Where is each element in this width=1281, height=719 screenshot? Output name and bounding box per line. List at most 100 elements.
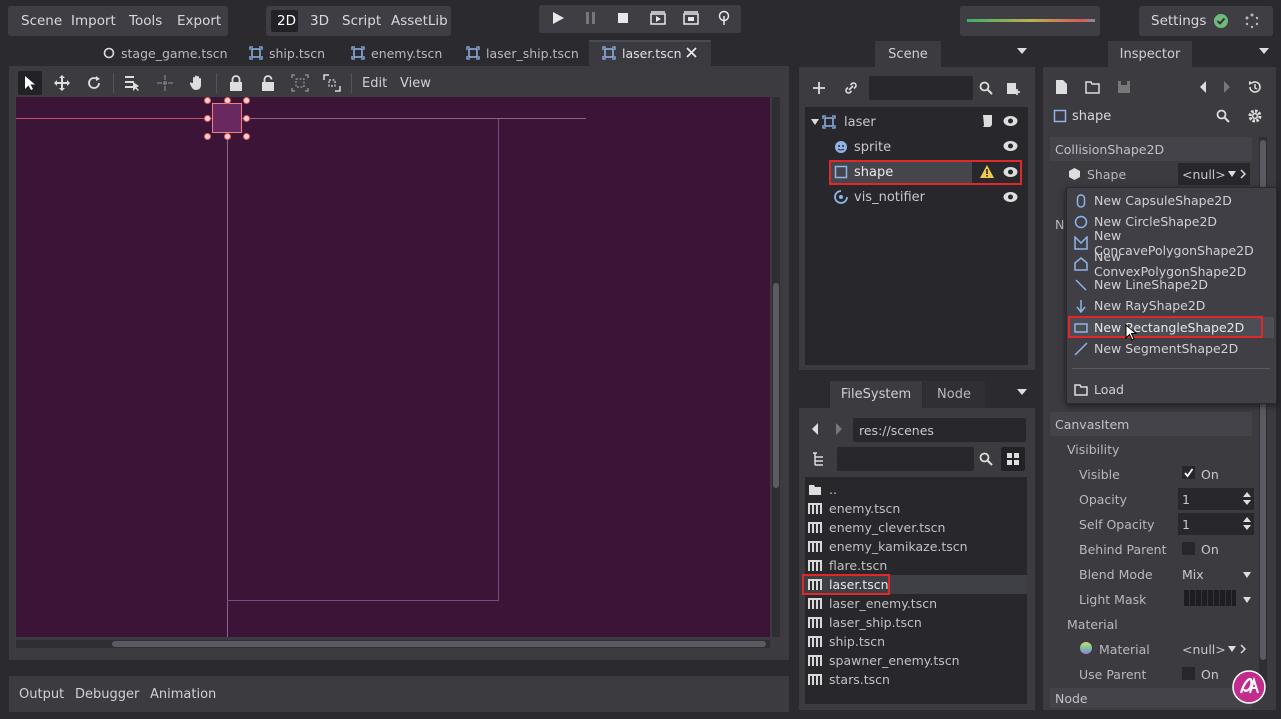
file-item[interactable]: laser_enemy.tscn [808,594,937,612]
menu-scene[interactable]: Scene [21,13,62,29]
menu-item-capsule[interactable]: New CapsuleShape2D [1068,190,1276,211]
tree-view-icon[interactable] [811,451,827,467]
visibility-eye-icon[interactable] [1003,140,1018,152]
stop-icon[interactable] [616,11,630,25]
material-group[interactable]: Material [1067,617,1118,632]
gizmo-handle[interactable] [204,133,211,140]
chevron-down-icon[interactable] [1228,171,1236,177]
scene-filter-input[interactable] [869,76,973,100]
menu-item-line[interactable]: New LineShape2D [1068,274,1276,295]
gizmo-handle[interactable] [243,133,250,140]
gizmo-handle[interactable] [243,97,250,104]
menu-export[interactable]: Export [177,13,221,29]
tree-node-sprite[interactable]: sprite [834,136,891,158]
visibility-eye-icon[interactable] [1003,115,1018,127]
collapse-arrow-icon[interactable] [811,118,819,126]
play-custom-scene-icon[interactable] [683,10,699,26]
file-item-parent[interactable]: .. [808,480,837,498]
new-resource-icon[interactable] [1054,79,1068,95]
pan-tool-icon[interactable] [188,74,206,92]
workspace-2d[interactable]: 2D [277,13,296,29]
edit-menu[interactable]: Edit [362,76,387,91]
move-tool-icon[interactable] [53,74,71,92]
chevron-right-icon[interactable] [1240,644,1246,654]
behind-parent-checkbox[interactable] [1182,542,1195,555]
remote-debug-icon[interactable] [716,10,732,26]
list-select-icon[interactable] [123,74,141,92]
pause-icon[interactable] [584,11,598,25]
history-forward-icon[interactable] [1223,80,1231,94]
forward-arrow-icon[interactable] [835,422,843,436]
workspace-script[interactable]: Script [342,13,381,29]
history-back-icon[interactable] [1199,80,1207,94]
file-search-input[interactable] [837,447,974,471]
workspace-3d[interactable]: 3D [310,13,329,29]
group-icon[interactable] [291,74,309,92]
play-scene-icon[interactable] [650,10,666,26]
file-item[interactable]: enemy_clever.tscn [808,518,945,536]
menu-item-convex[interactable]: New ConvexPolygonShape2D [1068,249,1276,279]
use-parent-checkbox[interactable] [1182,667,1195,680]
back-arrow-icon[interactable] [811,422,819,436]
pivot-tool-icon[interactable] [156,74,174,92]
menu-import[interactable]: Import [71,13,116,29]
spin-arrows-icon[interactable] [1243,517,1251,531]
tree-node-vis-notifier[interactable]: vis_notifier [834,186,925,208]
chevron-down-icon[interactable] [1243,597,1251,603]
section-collision-shape[interactable]: CollisionShape2D [1050,137,1252,161]
view-menu[interactable]: View [400,76,431,91]
tab-laser[interactable]: laser.tscn [602,42,682,64]
tab-enemy[interactable]: enemy.tscn [351,42,442,64]
ungroup-icon[interactable] [323,74,341,92]
dock-menu-icon[interactable] [1017,47,1027,55]
settings-button[interactable]: Settings [1151,13,1206,29]
rotate-tool-icon[interactable] [85,74,103,92]
tab-stage-game[interactable]: stage_game.tscn [103,42,228,64]
history-icon[interactable] [1247,79,1263,95]
spin-arrows-icon[interactable] [1243,492,1251,506]
file-item[interactable]: ship.tscn [808,632,885,650]
visible-checkbox[interactable] [1182,466,1195,479]
search-icon[interactable] [979,81,993,95]
file-item[interactable]: laser_ship.tscn [808,613,922,631]
canvas-viewport[interactable] [16,97,770,637]
gizmo-handle[interactable] [204,97,211,104]
section-canvas-item[interactable]: CanvasItem [1050,412,1252,436]
file-item[interactable]: enemy.tscn [808,499,900,517]
material-value[interactable]: <null> [1182,642,1226,657]
search-icon[interactable] [979,452,993,466]
grid-view-icon[interactable] [1006,452,1020,466]
inspector-tab[interactable]: Inspector [1108,41,1192,67]
close-tab-icon[interactable] [685,46,698,59]
gizmo-handle[interactable] [243,115,250,122]
visibility-group[interactable]: Visibility [1067,442,1119,457]
filesystem-tab[interactable]: FileSystem [830,381,922,408]
script-add-icon[interactable] [1005,80,1021,96]
workspace-assetlib[interactable]: AssetLib [391,13,448,29]
tab-ship[interactable]: ship.tscn [249,42,325,64]
chevron-down-icon[interactable] [1243,572,1251,578]
menu-item-segment[interactable]: New SegmentShape2D [1068,338,1276,359]
tab-laser-ship[interactable]: laser_ship.tscn [466,42,579,64]
tree-node-laser[interactable]: laser [822,111,876,133]
select-tool-icon[interactable] [21,74,39,92]
gizmo-handle[interactable] [224,133,231,140]
file-item[interactable]: flare.tscn [808,556,887,574]
file-item[interactable]: spawner_enemy.tscn [808,651,960,669]
path-input[interactable]: res://scenes [853,418,1026,442]
menu-item-load[interactable]: Load [1068,379,1276,400]
open-folder-icon[interactable] [1085,80,1101,94]
horizontal-scrollbar-thumb[interactable] [112,641,766,647]
file-item[interactable]: stars.tscn [808,670,890,688]
gizmo-handle[interactable] [224,97,231,104]
script-icon[interactable] [980,114,994,128]
scene-dock-tab[interactable]: Scene [875,41,941,67]
blend-mode-value[interactable]: Mix [1182,567,1204,582]
chevron-down-icon[interactable] [1228,646,1236,652]
output-tab[interactable]: Output [19,687,64,702]
play-icon[interactable] [551,11,565,25]
search-icon[interactable] [1216,109,1230,123]
debugger-tab[interactable]: Debugger [75,687,139,702]
dock-menu-icon[interactable] [1259,47,1269,55]
vertical-scrollbar-thumb[interactable] [773,283,779,488]
